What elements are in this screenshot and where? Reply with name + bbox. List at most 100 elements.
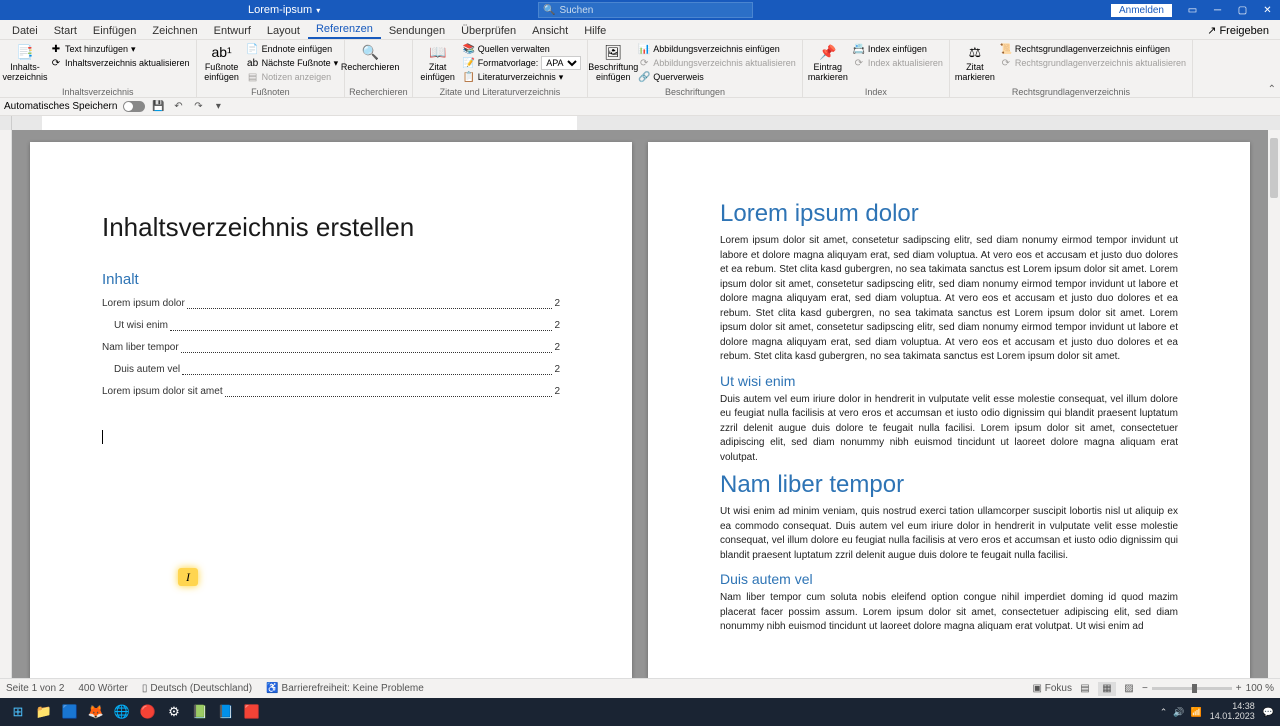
tab-start[interactable]: Start <box>46 22 85 39</box>
page-2[interactable]: Lorem ipsum dolor Lorem ipsum dolor sit … <box>648 142 1250 678</box>
focus-mode-button[interactable]: ▣ Fokus <box>1032 683 1071 694</box>
save-button[interactable]: 💾 <box>151 100 165 114</box>
group-label: Beschriftungen <box>592 86 798 98</box>
scrollbar-thumb[interactable] <box>1270 138 1278 198</box>
titlebar: Lorem-ipsum▾ 🔍 Anmelden ▭ ─ ▢ ✕ <box>0 0 1280 20</box>
tab-ueberpruefen[interactable]: Überprüfen <box>453 22 524 39</box>
maximize-button[interactable]: ▢ <box>1230 0 1255 20</box>
toc-entry[interactable]: Lorem ipsum dolor2 <box>102 296 560 312</box>
explorer-button[interactable]: 📁 <box>32 700 56 724</box>
web-layout-button[interactable]: ▨ <box>1120 682 1138 696</box>
toc-entry[interactable]: Ut wisi enim2 <box>102 318 560 334</box>
show-notes-button: ▤Notizen anzeigen <box>245 70 341 84</box>
tab-layout[interactable]: Layout <box>259 22 308 39</box>
edge-button[interactable]: 🌐 <box>110 700 134 724</box>
mark-citation-button[interactable]: ⚖Zitat markieren <box>954 42 996 86</box>
zoom-level[interactable]: 100 % <box>1246 683 1274 694</box>
vertical-scrollbar[interactable] <box>1268 130 1280 678</box>
notifications-button[interactable]: 💬 <box>1263 707 1274 718</box>
text-cursor <box>102 430 103 444</box>
refresh-icon: ⟳ <box>638 57 650 69</box>
minimize-button[interactable]: ─ <box>1205 0 1230 20</box>
accessibility-indicator[interactable]: ♿ Barrierefreiheit: Keine Probleme <box>266 683 424 694</box>
tab-zeichnen[interactable]: Zeichnen <box>144 22 205 39</box>
share-button[interactable]: Freigeben <box>1202 22 1274 39</box>
search-input[interactable] <box>559 5 748 16</box>
insert-index-button[interactable]: 📇Index einfügen <box>851 42 945 56</box>
zoom-slider[interactable] <box>1152 687 1232 690</box>
app-button[interactable]: ⚙ <box>162 700 186 724</box>
undo-button[interactable]: ↶ <box>171 100 185 114</box>
next-footnote-icon: ab <box>247 57 259 69</box>
clock[interactable]: 14:3814.01.2023 <box>1210 702 1255 722</box>
insert-legal-button[interactable]: 📜Rechtsgrundlagenverzeichnis einfügen <box>998 42 1188 56</box>
redo-button[interactable]: ↷ <box>191 100 205 114</box>
qat-more-button[interactable]: ▾ <box>211 100 225 114</box>
language-indicator[interactable]: ▯ Deutsch (Deutschland) <box>142 683 252 694</box>
zoom-out-button[interactable]: − <box>1142 683 1148 694</box>
toc-entry[interactable]: Duis autem vel2 <box>102 362 560 378</box>
word-button[interactable]: 📘 <box>214 700 238 724</box>
start-button[interactable]: ⊞ <box>6 700 30 724</box>
tab-einfuegen[interactable]: Einfügen <box>85 22 144 39</box>
manage-sources-button[interactable]: 📚Quellen verwalten <box>461 42 584 56</box>
toc-button[interactable]: 📑Inhalts-verzeichnis <box>4 42 46 86</box>
insert-footnote-button[interactable]: ab¹Fußnote einfügen <box>201 42 243 86</box>
signin-button[interactable]: Anmelden <box>1111 4 1172 17</box>
app-button[interactable]: 📗 <box>188 700 212 724</box>
chevron-down-icon: ▾ <box>316 6 320 15</box>
heading-2: Ut wisi enim <box>720 373 1178 389</box>
collapse-ribbon-button[interactable]: ⌃ <box>1268 84 1276 95</box>
page-1[interactable]: Inhaltsverzeichnis erstellen Inhalt Lore… <box>30 142 632 678</box>
research-button[interactable]: 🔍Recherchieren <box>349 42 391 86</box>
style-select[interactable]: APA <box>541 56 581 70</box>
opera-button[interactable]: 🔴 <box>136 700 160 724</box>
group-label: Index <box>807 86 945 98</box>
update-index-button: ⟳Index aktualisieren <box>851 56 945 70</box>
insert-endnote-button[interactable]: 📄Endnote einfügen <box>245 42 341 56</box>
next-footnote-button[interactable]: abNächste Fußnote ▾ <box>245 56 341 70</box>
crossref-button[interactable]: 🔗Querverweis <box>636 70 798 84</box>
tab-datei[interactable]: Datei <box>4 22 46 39</box>
zoom-in-button[interactable]: + <box>1236 683 1242 694</box>
app-button[interactable]: 🟦 <box>58 700 82 724</box>
app-button[interactable]: 🟥 <box>240 700 264 724</box>
print-layout-button[interactable]: ▦ <box>1098 682 1116 696</box>
insert-figures-button[interactable]: 📊Abbildungsverzeichnis einfügen <box>636 42 798 56</box>
citation-icon: 📖 <box>428 44 448 62</box>
toc-entry[interactable]: Lorem ipsum dolor sit amet2 <box>102 384 560 400</box>
word-count[interactable]: 400 Wörter <box>78 683 127 694</box>
tab-entwurf[interactable]: Entwurf <box>206 22 259 39</box>
page-indicator[interactable]: Seite 1 von 2 <box>6 683 64 694</box>
autosave-toggle[interactable] <box>123 101 145 112</box>
read-mode-button[interactable]: ▤ <box>1076 682 1094 696</box>
search-box[interactable]: 🔍 <box>538 2 753 18</box>
insert-caption-button[interactable]: 🖼Beschriftung einfügen <box>592 42 634 86</box>
tab-referenzen[interactable]: Referenzen <box>308 20 381 39</box>
horizontal-ruler[interactable] <box>0 116 1280 130</box>
group-label: Recherchieren <box>349 86 408 98</box>
add-text-icon: ✚ <box>50 43 62 55</box>
close-button[interactable]: ✕ <box>1255 0 1280 20</box>
refresh-icon: ⟳ <box>853 57 865 69</box>
tab-hilfe[interactable]: Hilfe <box>576 22 614 39</box>
group-citations: 📖Zitat einfügen 📚Quellen verwalten 📝Form… <box>413 40 589 97</box>
document-title[interactable]: Lorem-ipsum▾ <box>248 4 320 16</box>
legal-icon: ⚖ <box>965 44 985 62</box>
toc-icon: 📑 <box>15 44 35 62</box>
insert-citation-button[interactable]: 📖Zitat einfügen <box>417 42 459 86</box>
ribbon-display-button[interactable]: ▭ <box>1180 0 1205 20</box>
endnote-icon: 📄 <box>247 43 259 55</box>
legal-insert-icon: 📜 <box>1000 43 1012 55</box>
tab-ansicht[interactable]: Ansicht <box>524 22 576 39</box>
bibliography-button[interactable]: 📋Literaturverzeichnis ▾ <box>461 70 584 84</box>
vertical-ruler[interactable] <box>0 130 12 678</box>
firefox-button[interactable]: 🦊 <box>84 700 108 724</box>
citation-style[interactable]: 📝Formatvorlage: APA <box>461 56 584 70</box>
toc-entry[interactable]: Nam liber tempor2 <box>102 340 560 356</box>
update-toc-button[interactable]: ⟳Inhaltsverzeichnis aktualisieren <box>48 56 192 70</box>
mark-entry-button[interactable]: 📌Eintrag markieren <box>807 42 849 86</box>
add-text-button[interactable]: ✚Text hinzufügen ▾ <box>48 42 192 56</box>
tab-sendungen[interactable]: Sendungen <box>381 22 453 39</box>
system-tray[interactable]: ⌃🔊📶 <box>1160 707 1202 718</box>
